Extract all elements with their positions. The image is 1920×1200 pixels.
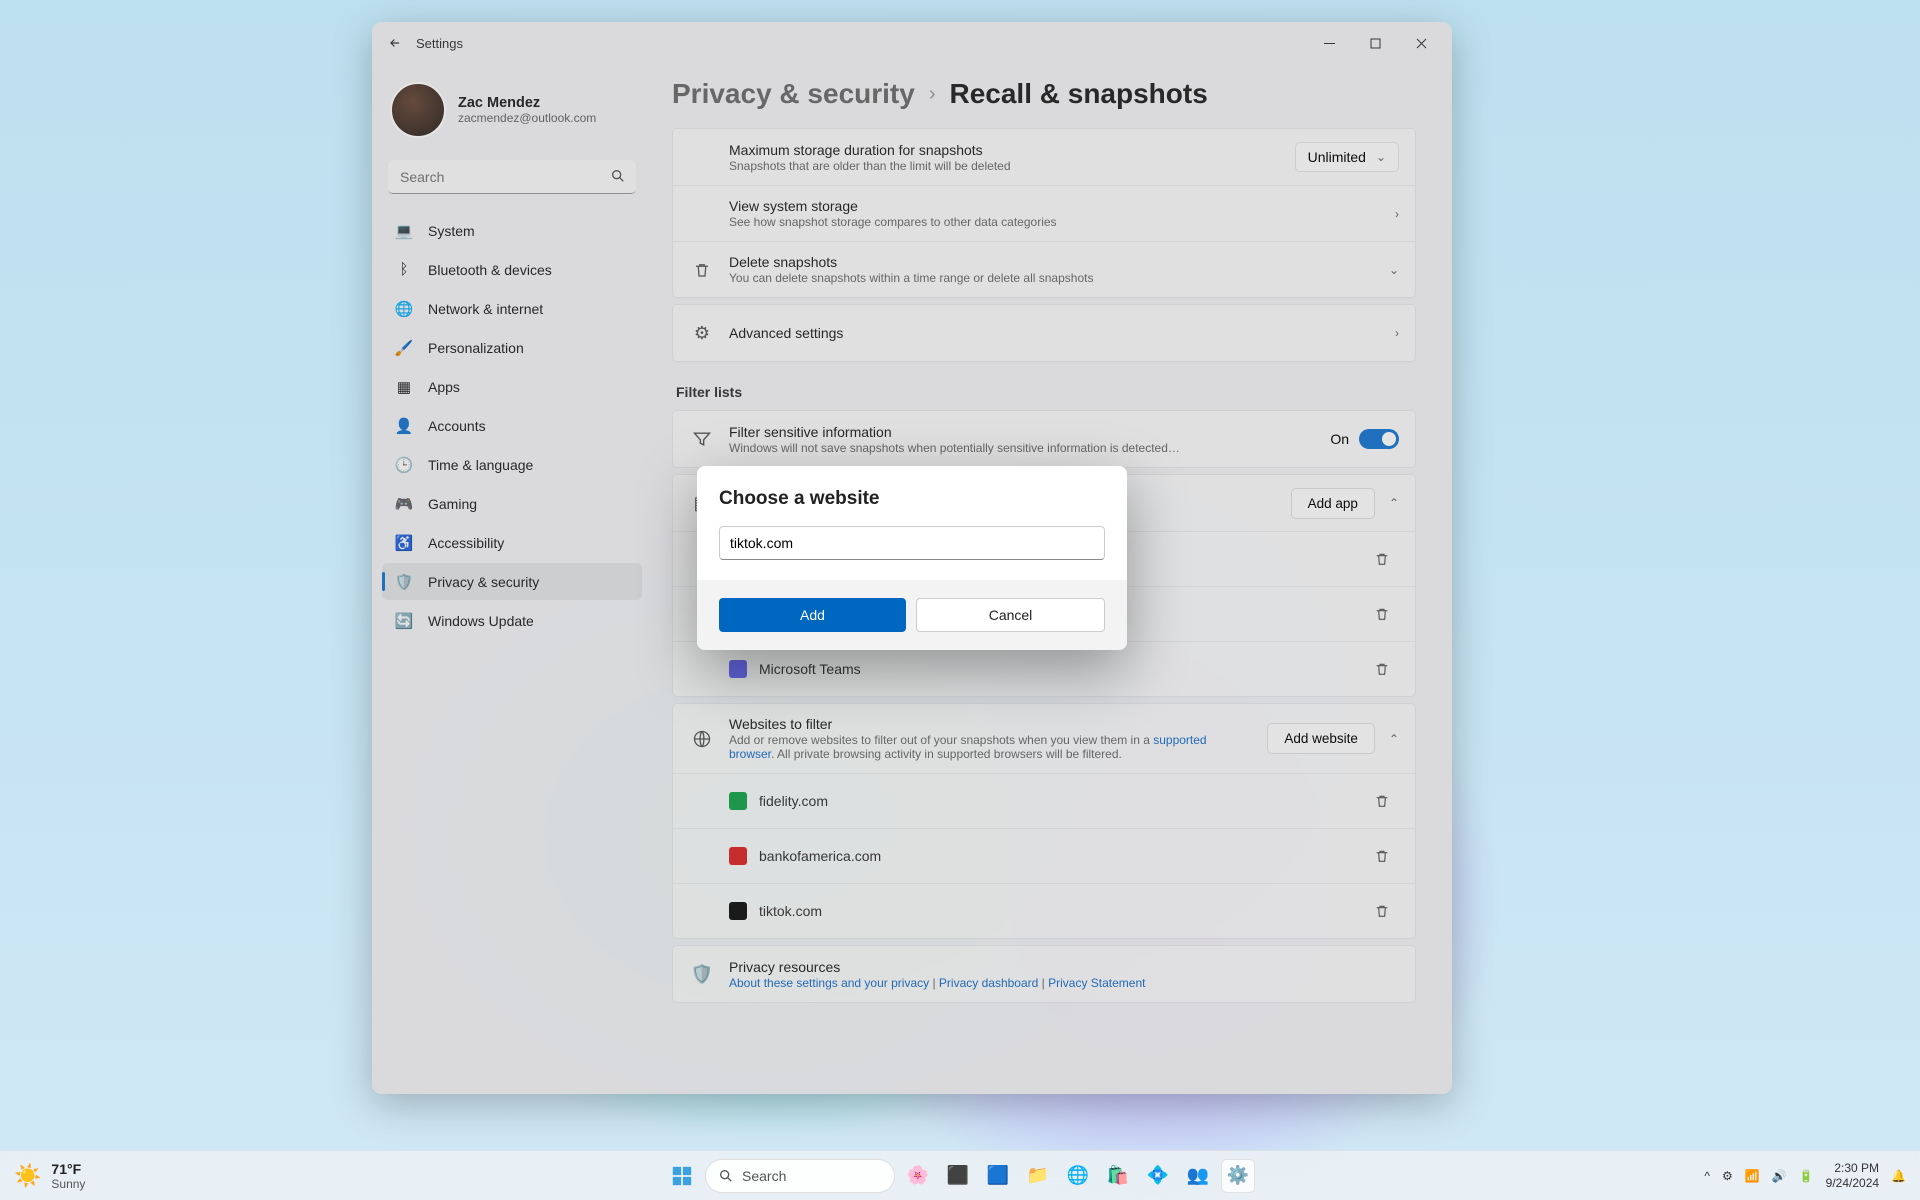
taskbar-app-2[interactable]: 💠 xyxy=(1141,1159,1175,1193)
taskbar-app-1[interactable]: 🌸 xyxy=(901,1159,935,1193)
taskbar-clock[interactable]: 2:30 PM 9/24/2024 xyxy=(1826,1161,1879,1190)
taskbar-teams[interactable]: 👥 xyxy=(1181,1159,1215,1193)
tray-wifi-icon[interactable]: 📶 xyxy=(1745,1169,1760,1183)
taskbar-copilot[interactable]: 🟦 xyxy=(981,1159,1015,1193)
taskbar: ☀️ 71°F Sunny Search 🌸 ⬛ 🟦 📁 🌐 🛍️ 💠 👥 ⚙️… xyxy=(0,1150,1920,1200)
taskbar-search[interactable]: Search xyxy=(705,1159,895,1193)
taskbar-explorer[interactable]: 📁 xyxy=(1021,1159,1055,1193)
taskbar-weather[interactable]: ☀️ 71°F Sunny xyxy=(14,1161,85,1191)
website-url-input[interactable] xyxy=(719,526,1105,560)
choose-website-dialog: Choose a website Add Cancel xyxy=(697,466,1127,650)
start-button[interactable] xyxy=(665,1159,699,1193)
taskbar-task-view[interactable]: ⬛ xyxy=(941,1159,975,1193)
tray-chevron-up-icon[interactable]: ^ xyxy=(1704,1169,1710,1183)
tray-icon-1[interactable]: ⚙ xyxy=(1722,1169,1733,1183)
dialog-cancel-button[interactable]: Cancel xyxy=(916,598,1105,632)
taskbar-store[interactable]: 🛍️ xyxy=(1101,1159,1135,1193)
tray-volume-icon[interactable]: 🔊 xyxy=(1772,1169,1787,1183)
taskbar-settings[interactable]: ⚙️ xyxy=(1221,1159,1255,1193)
dialog-title: Choose a website xyxy=(719,488,1105,510)
dialog-add-button[interactable]: Add xyxy=(719,598,906,632)
tray-battery-icon[interactable]: 🔋 xyxy=(1799,1169,1814,1183)
settings-window: Settings Zac Mendez zacmendez@outlook.co… xyxy=(372,22,1452,1094)
taskbar-edge[interactable]: 🌐 xyxy=(1061,1159,1095,1193)
tray-notifications-icon[interactable]: 🔔 xyxy=(1891,1169,1906,1183)
